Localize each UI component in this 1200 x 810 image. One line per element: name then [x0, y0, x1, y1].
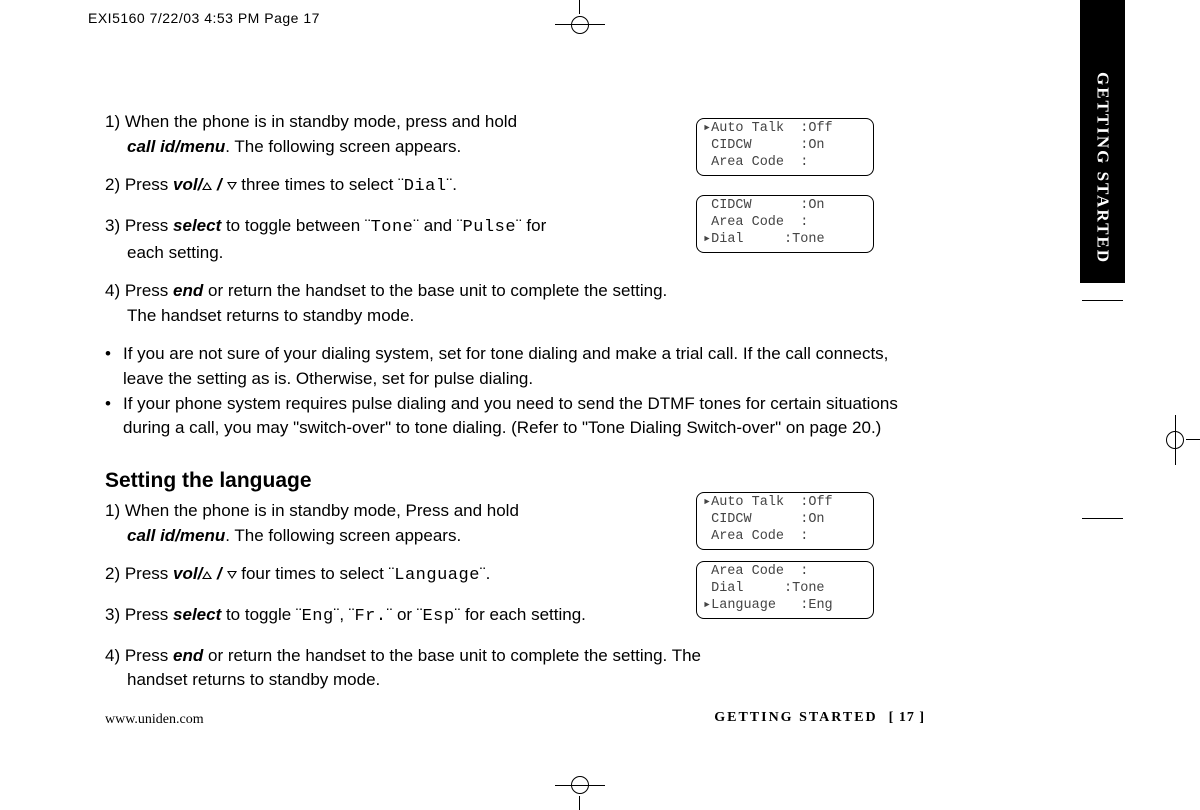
text: ¨ for each setting. [455, 605, 586, 624]
bullet-a1: If you are not sure of your dialing syst… [105, 342, 905, 391]
text: ¨, ¨ [334, 605, 355, 624]
text: 2) Press [105, 564, 173, 583]
text: ¨. [447, 175, 457, 194]
step-a4: 4) Press end or return the handset to th… [105, 279, 905, 328]
lcd-screen-d: Area Code : Dial :Tone ▸Language :Eng [696, 561, 874, 619]
text: The handset returns to standby mode. [127, 306, 414, 325]
page-footer: www.uniden.com GETTING STARTED [ 17 ] [105, 710, 925, 728]
lcd-word: Eng [302, 607, 334, 626]
text: . The following screen appears. [225, 137, 461, 156]
lcd-screen-c: ▸Auto Talk :Off CIDCW :On Area Code : [696, 492, 874, 550]
crop-mark-bottom [555, 780, 605, 810]
text: handset returns to standby mode. [127, 670, 380, 689]
text: 3) Press [105, 216, 173, 235]
lcd-word: Dial [404, 177, 447, 196]
lcd-word: Pulse [463, 218, 517, 237]
arrow-up-icon [202, 571, 212, 579]
key-call-id-menu: call id/menu [127, 526, 225, 545]
text: or return the handset to the base unit t… [203, 646, 701, 665]
crop-mark-right [1170, 415, 1200, 465]
key-select: select [173, 216, 221, 235]
step-b1: 1) When the phone is in standby mode, Pr… [105, 499, 665, 548]
lcd-word: Tone [371, 218, 414, 237]
text: each setting. [127, 243, 223, 262]
text: ¨ or ¨ [387, 605, 423, 624]
text: ¨. [480, 564, 490, 583]
arrow-down-icon [227, 182, 237, 190]
text: 2) Press [105, 175, 173, 194]
key-vol: vol/ [173, 175, 202, 194]
step-b4: 4) Press end or return the handset to th… [105, 644, 905, 693]
key-select: select [173, 605, 221, 624]
text: 4) Press [105, 646, 173, 665]
text: or return the handset to the base unit t… [203, 281, 667, 300]
key-vol: vol/ [173, 564, 202, 583]
key-call-id-menu: call id/menu [127, 137, 225, 156]
step-a2: 2) Press vol/ / three times to select ¨D… [105, 173, 665, 200]
crop-mark-top [555, 0, 605, 24]
key-end: end [173, 646, 203, 665]
key-end: end [173, 281, 203, 300]
text: four times to select ¨ [237, 564, 395, 583]
text: ¨ for [516, 216, 546, 235]
lcd-screen-a: ▸Auto Talk :Off CIDCW :On Area Code : [696, 118, 874, 176]
text: 4) Press [105, 281, 173, 300]
lcd-word: Language [394, 566, 480, 585]
footer-page-number: [ 17 ] [889, 710, 925, 725]
bullet-a2: If your phone system requires pulse dial… [105, 392, 905, 441]
step-a1: 1) When the phone is in standby mode, pr… [105, 110, 665, 159]
lcd-word: Fr. [354, 607, 386, 626]
lcd-word: Esp [422, 607, 454, 626]
step-b2: 2) Press vol/ / four times to select ¨La… [105, 562, 665, 589]
arrow-down-icon [227, 571, 237, 579]
section-title-language: Setting the language [105, 469, 1015, 493]
text: 3) Press [105, 605, 173, 624]
lcd-screen-b: CIDCW :On Area Code : ▸Dial :Tone [696, 195, 874, 253]
step-a3: 3) Press select to toggle between ¨Tone¨… [105, 214, 665, 265]
footer-section: GETTING STARTED [714, 710, 877, 725]
text: 1) When the phone is in standby mode, Pr… [105, 501, 519, 520]
step-b3: 3) Press select to toggle ¨Eng¨, ¨Fr.¨ o… [105, 603, 665, 630]
text: three times to select ¨ [237, 175, 404, 194]
text: . The following screen appears. [225, 526, 461, 545]
side-rule [1082, 300, 1123, 520]
print-header-meta: EXI5160 7/22/03 4:53 PM Page 17 [88, 10, 320, 26]
page-body: 1) When the phone is in standby mode, pr… [105, 110, 1015, 707]
text: ¨ and ¨ [413, 216, 462, 235]
text: to toggle between ¨ [221, 216, 370, 235]
arrow-up-icon [202, 182, 212, 190]
section-tab-label: GETTING STARTED [1093, 60, 1113, 278]
text: 1) When the phone is in standby mode, pr… [105, 112, 517, 131]
footer-url: www.uniden.com [105, 712, 204, 727]
text: to toggle ¨ [221, 605, 301, 624]
section-tab: GETTING STARTED [1080, 0, 1125, 283]
